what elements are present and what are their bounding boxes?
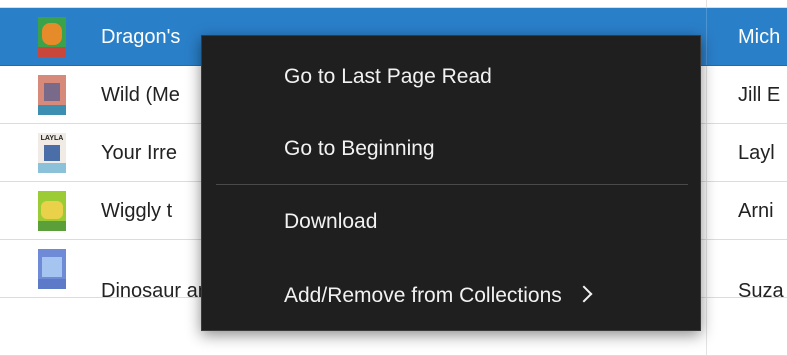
cover-top-text: LAYLA [40,135,64,142]
chevron-right-icon [575,285,593,303]
menu-item-go-to-beginning[interactable]: Go to Beginning [202,121,700,177]
menu-item-go-to-last-page-read[interactable]: Go to Last Page Read [202,49,700,105]
column-divider [706,124,707,181]
menu-item-download[interactable]: Download [202,194,700,250]
column-divider [706,8,707,65]
book-cover-image [38,75,66,115]
column-divider [706,240,707,297]
cover-band [38,47,66,57]
book-author[interactable]: Layl [738,124,787,182]
cover-band [44,145,60,161]
cover-band [44,83,60,101]
book-cover-image: LAYLA [38,133,66,173]
book-author[interactable]: Arni [738,182,787,240]
column-divider [706,182,707,239]
book-author[interactable]: Mich [738,8,787,66]
column-divider [706,0,707,7]
cover-band [42,257,62,277]
column-divider [706,66,707,123]
cover-band [42,23,62,45]
cover-band [38,163,66,173]
context-menu: Go to Last Page Read Go to Beginning Dow… [201,35,701,331]
book-cover-image [38,17,66,57]
menu-item-label: Add/Remove from Collections [284,284,562,307]
menu-item-add-remove-collections[interactable]: Add/Remove from Collections [202,268,700,324]
cover-band [38,279,66,289]
book-cover-image [38,249,66,289]
column-divider [706,298,707,355]
menu-separator [216,184,688,185]
cover-band [38,221,66,231]
book-author[interactable]: Jill E [738,66,787,124]
cover-band [41,201,63,219]
table-row[interactable] [0,0,787,8]
cover-band [38,105,66,115]
book-cover-image [38,191,66,231]
